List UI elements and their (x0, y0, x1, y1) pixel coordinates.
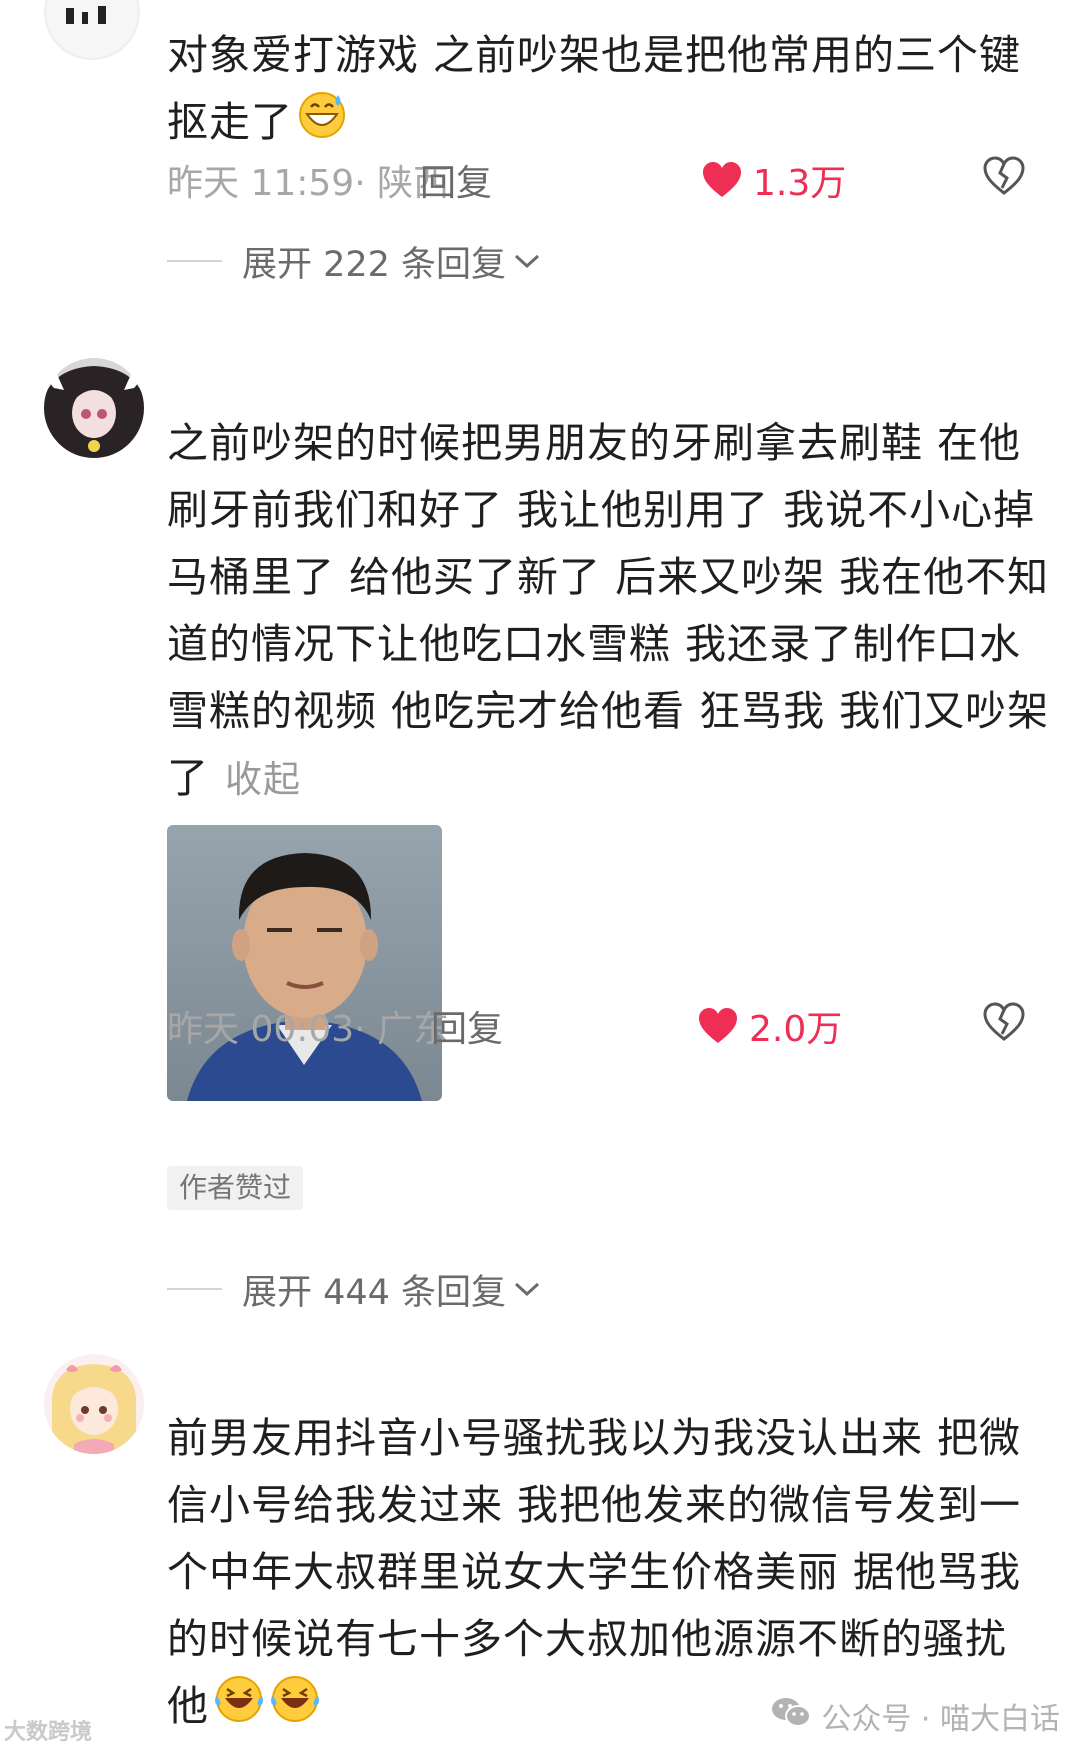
laughing-tears-emoji-icon (213, 1674, 265, 1744)
comment-text: 对象爱打游戏 之前吵架也是把他常用的三个键 抠走了 (167, 22, 1047, 160)
watermark-left: 大数跨境 (4, 1720, 93, 1745)
like-count: 1.3万 (753, 163, 847, 204)
comment-text-line: 个中年大叔群里说女大学生价格美丽 据他骂我 (167, 1548, 1022, 1596)
comment-text-line: 了 (167, 754, 209, 802)
avatar[interactable] (44, 358, 144, 458)
divider (167, 260, 222, 262)
like-count: 2.0万 (749, 1009, 843, 1050)
expand-replies-button[interactable]: 展开 222 条回复 (167, 236, 542, 286)
comment-image[interactable] (167, 825, 442, 1101)
heart-icon (701, 161, 743, 199)
comment-text-line: 之前吵架的时候把男朋友的牙刷拿去刷鞋 在他 (167, 419, 1022, 467)
laughing-tears-emoji-icon (269, 1674, 321, 1744)
comment-time: 昨天 00:03· 广东 (167, 1009, 450, 1050)
comment-time: 昨天 11:59· 陕西 (167, 163, 450, 204)
comment-meta: 昨天 11:59· 陕西 回复 1.3万 (167, 154, 1047, 204)
collapse-button[interactable]: 收起 (225, 758, 301, 801)
comment-meta: 昨天 00:03· 广东 回复 2.0万 (167, 1000, 1047, 1050)
avatar[interactable] (44, 1354, 144, 1454)
wechat-icon (771, 1695, 812, 1737)
heart-icon (697, 1007, 739, 1045)
comment-text-line: 道的情况下让他吃口水雪糕 我还录了制作口水 (167, 620, 1022, 668)
chevron-down-icon (506, 1269, 542, 1309)
comment-text-line: 马桶里了 给他买了新了 后来又吵架 我在他不知 (167, 553, 1050, 601)
broken-heart-icon[interactable] (983, 156, 1025, 205)
comment-text-line: 刷牙前我们和好了 我让他别用了 我说不小心掉 (167, 486, 1036, 534)
reply-button[interactable]: 回复 (420, 154, 492, 206)
expand-replies-button[interactable]: 展开 444 条回复 (167, 1264, 542, 1314)
comment-text-line: 雪糕的视频 他吃完才给他看 狂骂我 我们又吵架 (167, 687, 1050, 735)
comment-text-line: 信小号给我发过来 我把他发来的微信号发到一 (167, 1481, 1022, 1529)
comment-text-line: 他 (167, 1682, 209, 1730)
like-button[interactable]: 1.3万 (701, 154, 846, 206)
comment-text-line: 对象爱打游戏 之前吵架也是把他常用的三个键 (167, 31, 1022, 79)
comment-text-line: 前男友用抖音小号骚扰我以为我没认出来 把微 (167, 1414, 1022, 1462)
comment-text-line: 的时候说有七十多个大叔加他源源不断的骚扰 (167, 1615, 1007, 1663)
avatar[interactable] (44, 0, 140, 60)
broken-heart-icon[interactable] (983, 1002, 1025, 1051)
grinning-sweat-emoji-icon (297, 90, 347, 160)
watermark: 公众号 · 喵大白话 (771, 1694, 1060, 1738)
watermark-text: 公众号 · 喵大白话 (821, 1702, 1060, 1737)
like-button[interactable]: 2.0万 (697, 1000, 842, 1052)
chevron-down-icon (506, 241, 542, 281)
author-liked-badge: 作者赞过 (167, 1166, 304, 1210)
expand-label: 展开 222 条回复 (242, 244, 507, 285)
reply-button[interactable]: 回复 (431, 1000, 503, 1052)
comment-text: 之前吵架的时候把男朋友的牙刷拿去刷鞋 在他 刷牙前我们和好了 我让他别用了 我说… (167, 410, 1050, 813)
comment-text-line: 抠走了 (167, 98, 293, 146)
expand-label: 展开 444 条回复 (242, 1272, 507, 1313)
divider (167, 1288, 222, 1290)
